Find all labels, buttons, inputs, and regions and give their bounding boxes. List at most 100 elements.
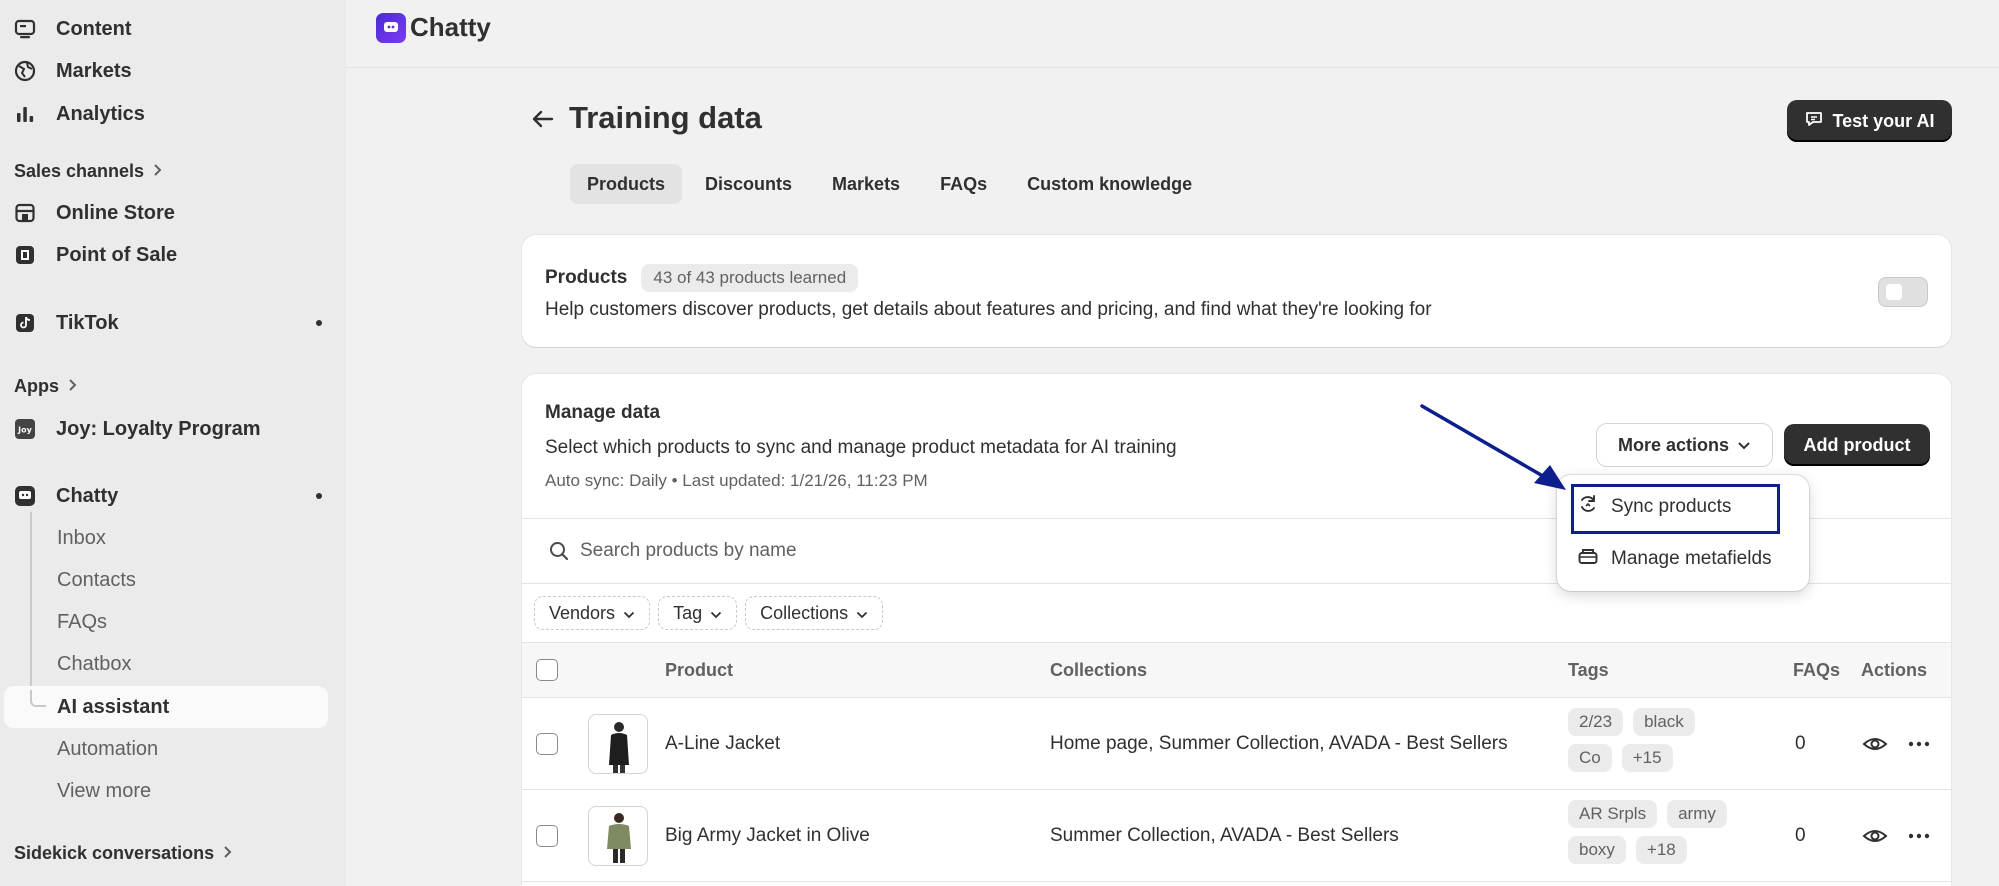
vendors-filter[interactable]: Vendors [534,596,651,630]
tabs: Products Discounts Markets FAQs Custom k… [570,164,1209,204]
pin-dot-icon [316,493,322,499]
pin-dot-icon [316,320,322,326]
sidebar-item-online-store[interactable]: Online Store [14,194,328,232]
more-actions-button[interactable]: More actions [1597,424,1772,466]
sidebar-item-point-of-sale[interactable]: Point of Sale [14,236,328,274]
tag-more: +18 [1635,836,1687,864]
table-header: Product Collections Tags FAQs Actions [522,642,1951,698]
row-checkbox[interactable] [536,825,558,847]
pointer-arrow-icon [1420,404,1566,490]
chevron-right-icon [152,161,162,182]
manage-data-title: Manage data [545,402,661,423]
sidebar-sub-ai-assistant[interactable]: AI assistant [57,689,169,725]
svg-text:Joy: Joy [17,426,32,435]
product-collections: Home page, Summer Collection, AVADA - Be… [1050,733,1508,754]
product-name[interactable]: A-Line Jacket [665,733,780,755]
tag: boxy [1568,836,1626,864]
app-topbar: Chatty [346,0,1999,68]
product-collections: Summer Collection, AVADA - Best Sellers [1050,825,1399,846]
store-icon [14,202,36,224]
tree-elbow [30,690,46,707]
sidebar-item-chatty[interactable]: Chatty [14,477,328,515]
chevron-down-icon [1737,435,1751,456]
table-row[interactable]: A-Line Jacket Home page, Summer Collecti… [522,698,1951,790]
sidebar-item-label: Analytics [56,102,145,125]
tag-filter[interactable]: Tag [658,596,738,630]
product-faqs: 0 [1795,825,1806,846]
sidebar-item-label: TikTok [56,311,119,334]
products-toggle[interactable] [1878,277,1928,307]
tab-discounts[interactable]: Discounts [688,164,809,204]
sidebar-item-joy[interactable]: Joy Joy: Loyalty Program [14,410,328,448]
learned-badge: 43 of 43 products learned [641,264,859,292]
sidebar-sub-faqs[interactable]: FAQs [57,604,107,640]
manage-metafields-menu-item[interactable]: Manage metafields [1569,538,1772,580]
chevron-down-icon [623,603,635,624]
page-title: Training data [569,100,762,135]
sidebar-sub-view-more[interactable]: View more [57,773,151,809]
chevron-right-icon [67,376,77,397]
tab-faqs[interactable]: FAQs [923,164,1004,204]
sidebar-sub-automation[interactable]: Automation [57,731,158,767]
collections-filter[interactable]: Collections [745,596,884,630]
tag: AR Srpls [1568,800,1658,828]
column-product: Product [665,660,734,680]
chevron-right-icon [222,843,232,864]
sidebar-item-label: Content [56,17,132,40]
content-icon [14,18,36,40]
column-actions: Actions [1861,660,1928,680]
tag: army [1667,800,1727,828]
table-row[interactable]: Big Army Jacket in Olive Summer Collecti… [522,790,1951,882]
products-card: Products 43 of 43 products learned Help … [522,235,1951,347]
sidebar-item-tiktok[interactable]: TikTok [14,304,328,342]
sidekick-heading[interactable]: Sidekick conversations [14,843,232,864]
sales-channels-heading[interactable]: Sales channels [14,161,162,182]
product-thumbnail [588,806,648,866]
tag: black [1633,708,1695,736]
sidebar-item-label: Chatty [56,484,119,507]
more-options-icon[interactable] [1906,731,1932,757]
apps-heading[interactable]: Apps [14,376,77,397]
test-your-ai-button[interactable]: Test your AI [1787,100,1952,142]
more-options-icon[interactable] [1906,823,1932,849]
sidebar-sub-contacts[interactable]: Contacts [57,562,136,598]
eye-icon[interactable] [1862,823,1888,849]
products-card-description: Help customers discover products, get de… [545,299,1432,320]
tab-custom-knowledge[interactable]: Custom knowledge [1010,164,1209,204]
sidebar-item-label: Online Store [56,201,175,224]
auto-sync-meta: Auto sync: Daily • Last updated: 1/21/26… [545,471,928,490]
sidebar-item-analytics[interactable]: Analytics [14,95,328,133]
tag: Co [1568,744,1612,772]
manage-data-description: Select which products to sync and manage… [545,437,1177,458]
product-name[interactable]: Big Army Jacket in Olive [665,825,870,847]
chatty-logo-icon [14,485,36,507]
sidebar-item-label: Point of Sale [56,243,178,266]
select-all-checkbox[interactable] [536,659,558,681]
eye-icon[interactable] [1862,731,1888,757]
product-faqs: 0 [1795,733,1806,754]
tiktok-icon [14,312,36,334]
brand-name: Chatty [410,12,491,42]
sidebar-sub-chatbox[interactable]: Chatbox [57,646,132,682]
sidebar: Content Markets Analytics Sales channels… [0,0,346,886]
chat-bubble-icon [1804,109,1824,134]
bar-chart-icon [14,103,36,125]
sidebar-sub-inbox[interactable]: Inbox [57,520,106,556]
sidebar-item-markets[interactable]: Markets [14,52,328,90]
add-product-button[interactable]: Add product [1784,424,1930,466]
pos-icon [14,244,36,266]
globe-icon [14,60,36,82]
row-checkbox[interactable] [536,733,558,755]
products-card-title: Products 43 of 43 products learned [545,264,859,292]
tab-markets[interactable]: Markets [815,164,917,204]
sidebar-item-label: Joy: Loyalty Program [56,417,261,440]
joy-logo-icon: Joy [14,418,36,440]
product-tags: AR Srpls army boxy +18 [1568,800,1728,864]
tab-products[interactable]: Products [570,164,683,204]
tag: 2/23 [1568,708,1624,736]
chevron-down-icon [710,603,722,624]
product-tags: 2/23 black Co +15 [1568,708,1728,772]
sidebar-item-label: Markets [56,59,132,82]
back-arrow-icon[interactable] [528,104,558,134]
sidebar-item-content[interactable]: Content [14,10,328,48]
